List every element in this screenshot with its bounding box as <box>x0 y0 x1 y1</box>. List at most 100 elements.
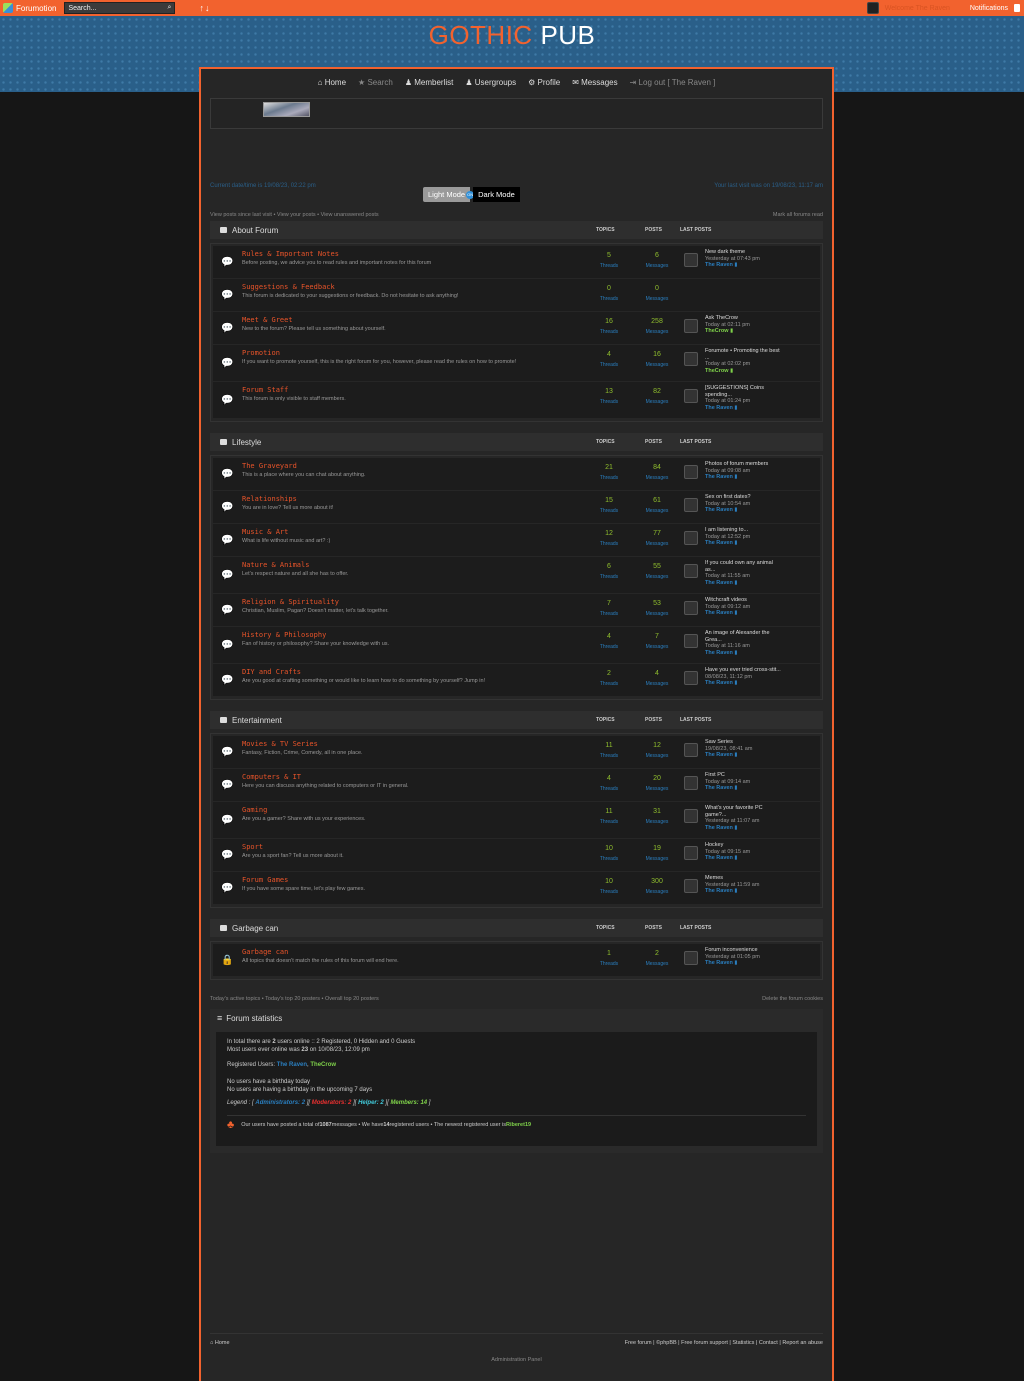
legend-moderators[interactable]: Moderators: 2 <box>312 1100 352 1106</box>
forum-title[interactable]: Music & Art <box>242 528 572 536</box>
newest-user-link[interactable]: Riberet19 <box>506 1121 531 1129</box>
forum-title[interactable]: Nature & Animals <box>242 561 572 569</box>
last-post-author[interactable]: TheCrow ▮ <box>705 328 815 335</box>
go-to-post-icon[interactable]: ▮ <box>730 368 733 374</box>
legend-administrators[interactable]: Administrators: 2 <box>255 1100 305 1106</box>
go-to-post-icon[interactable]: ▮ <box>734 785 737 791</box>
light-mode-button[interactable]: Light Mode <box>423 187 471 202</box>
last-post-author[interactable]: The Raven ▮ <box>705 752 815 759</box>
go-to-post-icon[interactable]: ▮ <box>734 855 737 861</box>
go-to-post-icon[interactable]: ▮ <box>734 262 737 268</box>
nav-item-usergroups[interactable]: ♟ Usergroups <box>465 78 516 87</box>
last-post-author[interactable]: The Raven ▮ <box>705 507 815 514</box>
nav-item-memberlist[interactable]: ♟ Memberlist <box>405 78 454 87</box>
avatar[interactable] <box>684 498 698 512</box>
dark-mode-button[interactable]: Dark Mode <box>473 187 520 202</box>
go-to-post-icon[interactable]: ▮ <box>734 610 737 616</box>
administration-panel-link[interactable]: Administration Panel <box>201 1357 832 1363</box>
forum-logo-image[interactable] <box>263 102 310 117</box>
legend-members[interactable]: Members: 14 <box>390 1100 427 1106</box>
avatar[interactable] <box>684 743 698 757</box>
category-title[interactable]: Entertainment <box>232 716 282 725</box>
forum-title[interactable]: Relationships <box>242 495 572 503</box>
go-to-post-icon[interactable]: ▮ <box>734 405 737 411</box>
go-to-post-icon[interactable]: ▮ <box>734 650 737 656</box>
go-to-post-icon[interactable]: ▮ <box>734 888 737 894</box>
theme-mode-toggle[interactable]: Light Mode ON Dark Mode <box>423 187 530 202</box>
forum-title[interactable]: Garbage can <box>242 948 572 956</box>
last-post-author[interactable]: The Raven ▮ <box>705 580 815 587</box>
forum-title[interactable]: Forum Games <box>242 876 572 884</box>
forum-title[interactable]: DIY and Crafts <box>242 668 572 676</box>
search-icon[interactable]: ⌕ <box>168 4 172 12</box>
avatar[interactable] <box>684 879 698 893</box>
mark-all-read-link[interactable]: Mark all forums read <box>773 212 823 218</box>
go-to-post-icon[interactable]: ▮ <box>734 474 737 480</box>
forum-title[interactable]: Rules & Important Notes <box>242 250 572 258</box>
last-post-author[interactable]: The Raven ▮ <box>705 785 815 792</box>
nav-item-home[interactable]: ⌂ Home <box>318 78 346 87</box>
legend-helper[interactable]: Helper: 2 <box>358 1100 384 1106</box>
go-to-post-icon[interactable]: ▮ <box>734 540 737 546</box>
forum-title[interactable]: Suggestions & Feedback <box>242 283 572 291</box>
user-link[interactable]: The Raven <box>277 1062 307 1068</box>
avatar[interactable] <box>684 352 698 366</box>
avatar[interactable] <box>684 809 698 823</box>
avatar[interactable] <box>684 846 698 860</box>
avatar[interactable] <box>684 389 698 403</box>
last-post-author[interactable]: The Raven ▮ <box>705 540 815 547</box>
avatar[interactable] <box>866 2 879 14</box>
forum-title[interactable]: Religion & Spirituality <box>242 598 572 606</box>
notifications-link[interactable]: Notifications <box>970 5 1008 12</box>
go-to-post-icon[interactable]: ▮ <box>734 752 737 758</box>
go-to-post-icon[interactable]: ▮ <box>734 680 737 686</box>
forumotion-logo[interactable]: Forumotion <box>3 3 56 13</box>
last-post-author[interactable]: The Raven ▮ <box>705 262 815 269</box>
nav-item-search[interactable]: ★ Search <box>358 78 393 87</box>
category-title[interactable]: Garbage can <box>232 924 278 933</box>
forum-title[interactable]: Sport <box>242 843 572 851</box>
avatar[interactable] <box>684 776 698 790</box>
last-post-author[interactable]: TheCrow ▮ <box>705 368 815 375</box>
category-title[interactable]: About Forum <box>232 226 278 235</box>
last-post-author[interactable]: The Raven ▮ <box>705 405 815 412</box>
view-posts-links[interactable]: View posts since last visit • View your … <box>210 212 379 218</box>
forum-title[interactable]: Meet & Greet <box>242 316 572 324</box>
nav-item-profile[interactable]: ⚙ Profile <box>528 78 560 87</box>
forum-title[interactable]: History & Philosophy <box>242 631 572 639</box>
panel-icon[interactable] <box>1014 4 1020 12</box>
last-post-author[interactable]: The Raven ▮ <box>705 680 815 687</box>
forum-title[interactable]: The Graveyard <box>242 462 572 470</box>
go-to-post-icon[interactable]: ▮ <box>734 960 737 966</box>
avatar[interactable] <box>684 564 698 578</box>
welcome-text[interactable]: Welcome The Raven <box>885 5 950 12</box>
avatar[interactable] <box>684 531 698 545</box>
avatar[interactable] <box>684 634 698 648</box>
avatar[interactable] <box>684 671 698 685</box>
scroll-arrows-icon[interactable]: ↑↓ <box>199 3 210 13</box>
avatar[interactable] <box>684 319 698 333</box>
forum-title[interactable]: Computers & IT <box>242 773 572 781</box>
footer-home-link[interactable]: ⌂ Home <box>210 1340 230 1346</box>
forum-title[interactable]: Forum Staff <box>242 386 572 394</box>
forum-title[interactable]: Promotion <box>242 349 572 357</box>
last-post-author[interactable]: The Raven ▮ <box>705 825 815 832</box>
go-to-post-icon[interactable]: ▮ <box>734 825 737 831</box>
avatar[interactable] <box>684 465 698 479</box>
go-to-post-icon[interactable]: ▮ <box>734 580 737 586</box>
last-post-author[interactable]: The Raven ▮ <box>705 888 815 895</box>
avatar[interactable] <box>684 253 698 267</box>
last-post-author[interactable]: The Raven ▮ <box>705 650 815 657</box>
search-input[interactable]: Search... ⌕ <box>64 2 176 14</box>
top-posters-links[interactable]: Today's active topics • Today's top 20 p… <box>210 996 379 1002</box>
avatar[interactable] <box>684 951 698 965</box>
last-post-author[interactable]: The Raven ▮ <box>705 474 815 481</box>
go-to-post-icon[interactable]: ▮ <box>734 507 737 513</box>
last-post-author[interactable]: The Raven ▮ <box>705 855 815 862</box>
forum-title[interactable]: Movies & TV Series <box>242 740 572 748</box>
delete-cookies-link[interactable]: Delete the forum cookies <box>762 996 823 1002</box>
footer-links[interactable]: Free forum | ©phpBB | Free forum support… <box>625 1340 823 1346</box>
nav-item-log[interactable]: ⇥ Log out [ The Raven ] <box>630 78 716 87</box>
last-post-author[interactable]: The Raven ▮ <box>705 610 815 617</box>
last-post-author[interactable]: The Raven ▮ <box>705 960 815 967</box>
